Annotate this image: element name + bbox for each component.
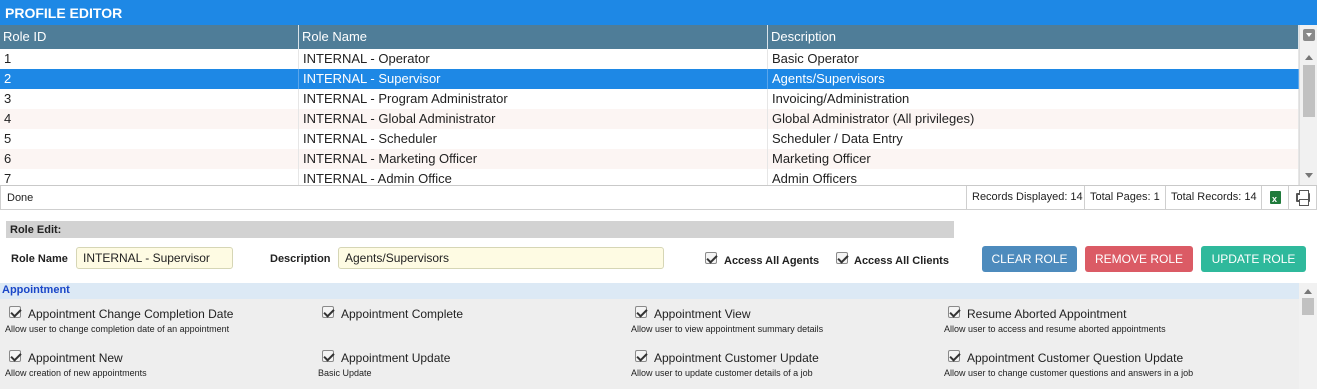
scroll-down-icon[interactable] (1305, 173, 1313, 178)
table-row-selected[interactable]: 2 INTERNAL - Supervisor Agents/Superviso… (0, 69, 1299, 89)
permission-title: Appointment Customer Question Update (967, 351, 1184, 365)
total-pages: Total Pages: 1 (1084, 186, 1165, 209)
grid-scrollbar[interactable] (1299, 25, 1317, 185)
cell-description: Agents/Supervisors (768, 69, 1299, 89)
roles-grid: Role ID Role Name Description 1 INTERNAL… (0, 25, 1317, 186)
permission-description: Allow user to change completion date of … (5, 324, 230, 334)
permission-description: Basic Update (318, 368, 372, 378)
grid-header: Role ID Role Name Description (0, 25, 1299, 49)
column-menu-icon[interactable] (1303, 29, 1315, 41)
description-label: Description (270, 253, 331, 265)
permission-checkbox[interactable] (635, 306, 647, 318)
page-title: PROFILE EDITOR (0, 0, 1317, 25)
cell-description: Basic Operator (768, 49, 1299, 69)
permission-checkbox[interactable] (322, 306, 334, 318)
permission-group-header[interactable]: Appointment (0, 283, 1299, 299)
cell-role-name: INTERNAL - Scheduler (299, 129, 768, 149)
cell-role-name: INTERNAL - Operator (299, 49, 768, 69)
print-button[interactable] (1288, 186, 1317, 209)
update-role-button[interactable]: UPDATE ROLE (1201, 246, 1306, 272)
total-records: Total Records: 14 (1165, 186, 1261, 209)
access-all-clients-label: Access All Clients (854, 255, 949, 267)
permission-checkbox[interactable] (9, 306, 21, 318)
cell-role-id: 2 (0, 69, 299, 89)
column-header-role-id[interactable]: Role ID (0, 25, 299, 49)
permission-description: Allow user to view appointment summary d… (631, 324, 824, 334)
access-all-agents-checkbox[interactable] (705, 252, 717, 264)
status-bar: Done Records Displayed: 14 Total Pages: … (0, 186, 1317, 211)
permission-title: Appointment Change Completion Date (28, 307, 234, 321)
scroll-thumb[interactable] (1303, 65, 1315, 117)
records-displayed: Records Displayed: 14 (966, 186, 1084, 209)
permissions-scrollbar[interactable] (1299, 283, 1317, 389)
table-row[interactable]: 3 INTERNAL - Program Administrator Invoi… (0, 89, 1299, 109)
description-input[interactable]: Agents/Supervisors (338, 247, 664, 269)
table-row[interactable]: 6 INTERNAL - Marketing Officer Marketing… (0, 149, 1299, 169)
status-text: Done (7, 192, 34, 204)
scroll-up-icon[interactable] (1305, 55, 1313, 60)
scroll-up-icon[interactable] (1304, 289, 1312, 294)
remove-role-button[interactable]: REMOVE ROLE (1085, 246, 1193, 272)
role-name-label: Role Name (11, 253, 68, 265)
permission-checkbox[interactable] (9, 350, 21, 362)
permission-title: Appointment View (654, 307, 751, 321)
scroll-thumb[interactable] (1302, 298, 1314, 315)
cell-role-id: 7 (0, 169, 299, 185)
cell-role-id: 5 (0, 129, 299, 149)
permission-checkbox[interactable] (635, 350, 647, 362)
clear-role-button[interactable]: CLEAR ROLE (982, 246, 1077, 272)
role-name-input[interactable]: INTERNAL - Supervisor (76, 247, 233, 269)
permission-description: Allow creation of new appointments (5, 368, 147, 378)
cell-role-id: 6 (0, 149, 299, 169)
table-row[interactable]: 7 INTERNAL - Admin Office Admin Officers (0, 169, 1299, 185)
column-header-role-name[interactable]: Role Name (299, 25, 768, 49)
permissions-panel: Appointment Appointment Change Completio… (0, 283, 1317, 389)
table-row[interactable]: 4 INTERNAL - Global Administrator Global… (0, 109, 1299, 129)
cell-description: Invoicing/Administration (768, 89, 1299, 109)
table-row[interactable]: 1 INTERNAL - Operator Basic Operator (0, 49, 1299, 69)
export-excel-button[interactable] (1261, 186, 1288, 211)
printer-icon (1296, 190, 1310, 206)
permission-title: Appointment Update (341, 351, 451, 365)
cell-role-name: INTERNAL - Marketing Officer (299, 149, 768, 169)
access-all-clients-checkbox[interactable] (836, 252, 848, 264)
permission-description: Allow user to change customer questions … (944, 368, 1194, 378)
cell-role-name: INTERNAL - Admin Office (299, 169, 768, 185)
permission-checkbox[interactable] (948, 350, 960, 362)
permission-title: Appointment Complete (341, 307, 464, 321)
table-row[interactable]: 5 INTERNAL - Scheduler Scheduler / Data … (0, 129, 1299, 149)
cell-role-id: 4 (0, 109, 299, 129)
permission-description: Allow user to update customer details of… (631, 368, 813, 378)
permission-title: Appointment New (28, 351, 123, 365)
permission-title: Appointment Customer Update (654, 351, 819, 365)
permission-checkbox[interactable] (322, 350, 334, 362)
cell-description: Marketing Officer (768, 149, 1299, 169)
grid-body: 1 INTERNAL - Operator Basic Operator 2 I… (0, 49, 1299, 185)
cell-role-id: 1 (0, 49, 299, 69)
cell-description: Global Administrator (All privileges) (768, 109, 1299, 129)
cell-description: Scheduler / Data Entry (768, 129, 1299, 149)
excel-icon (1270, 188, 1281, 211)
cell-role-name: INTERNAL - Global Administrator (299, 109, 768, 129)
permission-description: Allow user to access and resume aborted … (944, 324, 1166, 334)
cell-role-name: INTERNAL - Supervisor (299, 69, 768, 89)
cell-role-name: INTERNAL - Program Administrator (299, 89, 768, 109)
column-header-description[interactable]: Description (768, 25, 1299, 49)
cell-description: Admin Officers (768, 169, 1299, 185)
cell-role-id: 3 (0, 89, 299, 109)
permission-checkbox[interactable] (948, 306, 960, 318)
access-all-agents-label: Access All Agents (724, 255, 820, 267)
role-edit-heading: Role Edit: (6, 221, 954, 238)
permission-title: Resume Aborted Appointment (967, 307, 1127, 321)
